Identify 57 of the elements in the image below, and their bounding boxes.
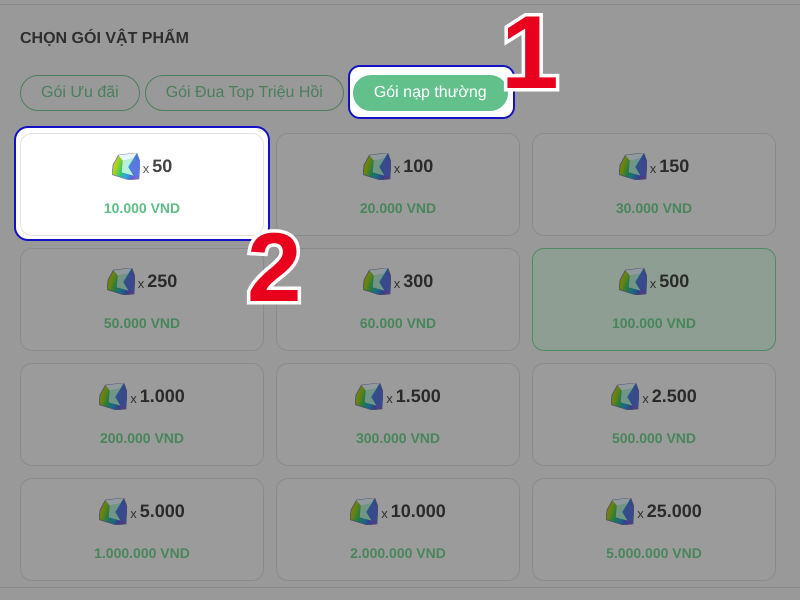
amount-label: 50 [152, 156, 172, 176]
price-label: 200.000 VND [100, 429, 184, 447]
amount-label: 10.000 [390, 500, 446, 522]
price-label: 10.000 VND [104, 199, 180, 217]
amount-label: 100 [403, 156, 434, 176]
price-label: 1.000.000 VND [94, 544, 190, 562]
multiplier-label: x [394, 274, 400, 290]
amount-label: 150 [659, 156, 690, 176]
gem-icon [355, 382, 384, 410]
package-card[interactable]: x 500 100.000 VND [532, 248, 776, 351]
package-card[interactable]: x 25.000 5.000.000 VND [532, 478, 776, 581]
price-label: 20.000 VND [360, 199, 436, 217]
gem-icon [618, 268, 647, 294]
multiplier-label: x [650, 160, 656, 176]
amount-label: 1.000 [140, 386, 185, 406]
multiplier-label: x [130, 390, 137, 406]
multiplier-label: x [130, 504, 137, 520]
section-title: CHỌN GÓI VẬT PHẨM [20, 29, 189, 49]
gem-icon [106, 268, 135, 294]
gem-icon [350, 498, 378, 524]
gem-icon [362, 152, 391, 180]
multiplier-label: x [138, 274, 144, 290]
gem-icon [99, 498, 128, 524]
price-label: 5.000.000 VND [606, 544, 702, 562]
amount-label: 250 [147, 270, 178, 292]
amount-label: 5.000 [140, 500, 185, 522]
multiplier-label: x [394, 160, 400, 176]
gem-icon [611, 382, 640, 410]
price-label: 30.000 VND [616, 199, 692, 217]
multiplier-label: x [637, 504, 644, 520]
amount-label: 300 [403, 270, 434, 292]
price-label: 60.000 VND [360, 314, 436, 332]
multiplier-label: x [650, 274, 656, 290]
package-card[interactable]: x 2.500 500.000 VND [532, 363, 776, 466]
gem-icon [362, 268, 391, 294]
price-label: 50.000 VND [104, 314, 180, 332]
package-card[interactable]: x 5.000 1.000.000 VND [20, 478, 264, 581]
gem-icon [618, 152, 647, 180]
multiplier-label: x [381, 504, 388, 520]
gem-icon [606, 498, 634, 524]
multiplier-label: x [642, 390, 649, 406]
multiplier-label: x [386, 390, 393, 406]
amount-label: 1.500 [396, 386, 441, 406]
amount-label: 500 [659, 270, 690, 292]
amount-label: 25.000 [646, 500, 702, 522]
package-card[interactable]: x 1.000 200.000 VND [20, 363, 264, 466]
package-card[interactable]: x 10.000 2.000.000 VND [276, 478, 520, 581]
gem-icon [99, 382, 128, 410]
price-label: 2.000.000 VND [350, 544, 446, 562]
package-card[interactable]: x 150 30.000 VND [532, 133, 776, 236]
amount-label: 2.500 [652, 386, 697, 406]
price-label: 500.000 VND [612, 429, 696, 447]
price-label: 300.000 VND [356, 429, 440, 447]
gem-icon [112, 152, 140, 180]
package-card[interactable]: x 1.500 300.000 VND [276, 363, 520, 466]
multiplier-label: x [142, 160, 150, 176]
price-label: 100.000 VND [612, 314, 696, 332]
